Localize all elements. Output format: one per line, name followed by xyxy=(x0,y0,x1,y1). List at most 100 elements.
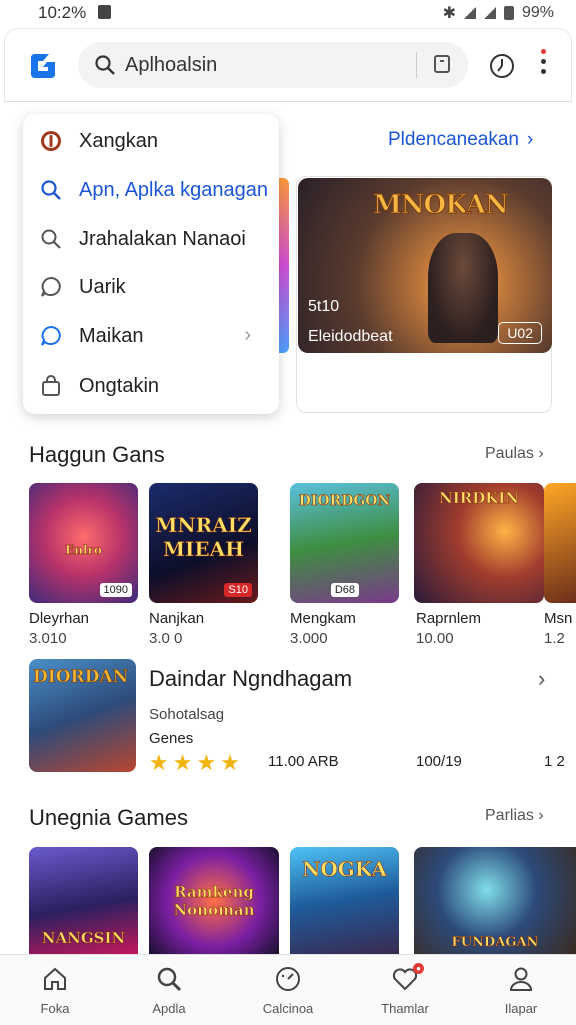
game-tile[interactable]: FUNDAGAN xyxy=(414,847,576,954)
game-size: 3.0 0 xyxy=(149,630,183,647)
game-size: 3.000 xyxy=(290,630,328,647)
featured-link[interactable]: Pldencaneakan › xyxy=(388,129,533,151)
search-divider xyxy=(416,52,417,78)
notification-dot: ● xyxy=(413,963,424,974)
menu-item-apps[interactable]: Apn, Aplka kganagan xyxy=(23,166,279,214)
search-input[interactable]: Aplhoalsin xyxy=(125,54,217,77)
game-tile[interactable]: NANGSIN xyxy=(29,847,138,954)
game-art-text: Ramkeng Nonoman xyxy=(173,883,255,920)
see-more-label: Parlias xyxy=(485,807,534,824)
menu-item-label: Ongtakin xyxy=(79,375,160,397)
game-name: Nanjkan xyxy=(149,610,205,627)
nav-item-calcinoa[interactable]: Calcinoa xyxy=(240,955,336,1025)
menu-item-label: Uarik xyxy=(79,276,126,298)
nav-item-apps[interactable]: Apdla xyxy=(121,955,217,1025)
featured-link-label: Pldencaneakan xyxy=(388,129,519,150)
hero-number: 5t10 xyxy=(308,298,340,315)
battery-icon xyxy=(503,6,514,20)
game-tile[interactable]: DIORDGON D68 xyxy=(290,483,399,603)
menu-item-uarik[interactable]: Uarik xyxy=(23,263,279,311)
nav-label: Apdla xyxy=(152,1001,186,1016)
menu-item-ongtakin[interactable]: Ongtakin xyxy=(23,362,279,410)
hero-image[interactable]: MNOKAN 5t10 Eleidodbeat U02 xyxy=(298,178,552,353)
menu-item-search[interactable]: Jrahalakan Nanaoi xyxy=(23,215,279,263)
more-options-icon[interactable] xyxy=(541,49,547,83)
chat-bubble-icon xyxy=(41,325,61,346)
game-name: Raprnlem xyxy=(416,610,482,627)
see-more-link[interactable]: Parlias › xyxy=(485,807,544,825)
nav-item-profile[interactable]: Ilapar xyxy=(473,955,569,1025)
nav-label: Ilapar xyxy=(504,1001,538,1016)
game-art-text: NOGKA xyxy=(302,857,387,882)
chevron-right-icon: › xyxy=(244,324,251,346)
game-size: 3.010 xyxy=(29,630,67,647)
game-tile[interactable]: NOGKA xyxy=(290,847,399,954)
featured-app-image[interactable]: DIORDAN xyxy=(29,659,136,772)
hero-subtitle: Eleidodbeat xyxy=(308,328,393,345)
hero-title: MNOKAN xyxy=(373,190,510,221)
status-time: 10:2% xyxy=(38,3,87,22)
search-bar[interactable]: Aplhoalsin xyxy=(78,42,468,88)
menu-item-maikan[interactable]: Maikan › xyxy=(23,312,279,360)
nav-label: Calcinoa xyxy=(262,1001,314,1016)
bag-icon[interactable] xyxy=(434,55,450,73)
game-art-text: NANGSIN xyxy=(41,929,126,948)
game-tile[interactable]: MNRAIZ MIEAH S10 xyxy=(149,483,258,603)
status-bar: 10:2% ✱ 99% xyxy=(0,0,576,26)
menu-item-label: Apn, Aplka kganagan xyxy=(79,179,269,201)
game-size: 1.2 xyxy=(544,630,565,647)
search-icon xyxy=(41,180,61,200)
featured-app-title[interactable]: Daindar Ngndhagam xyxy=(149,666,352,692)
app-logo-icon[interactable] xyxy=(27,50,59,82)
game-tile[interactable]: Ramkeng Nonoman xyxy=(149,847,279,954)
game-art-text: DIORDGON xyxy=(298,493,391,510)
nav-item-thamlar[interactable]: ● Thamlar xyxy=(357,955,453,1025)
signal-icon xyxy=(483,7,496,19)
game-tile[interactable] xyxy=(544,483,576,603)
game-badge: S10 xyxy=(224,583,252,597)
game-name: Msn xyxy=(544,610,573,627)
featured-app-category: Genes xyxy=(149,730,194,747)
see-more-link[interactable]: Paulas › xyxy=(485,445,544,463)
game-tile[interactable]: NIRDKIN xyxy=(414,483,544,603)
rating-stars-icon: ★★★★ xyxy=(149,750,244,775)
history-icon[interactable] xyxy=(489,53,515,79)
search-icon xyxy=(95,55,115,75)
top-app-bar: Aplhoalsin xyxy=(4,28,572,102)
battery-level: 99% xyxy=(521,4,554,21)
featured-app-price: 11.00 ARB xyxy=(268,753,339,770)
dropdown-menu: Xangkan Apn, Aplka kganagan Jrahalakan N… xyxy=(23,114,279,414)
featured-app-developer: Sohotalsag xyxy=(149,706,225,723)
sim-icon xyxy=(98,5,111,19)
person-icon xyxy=(509,967,533,991)
hero-character xyxy=(428,233,498,343)
featured-app-extra: 1 2 xyxy=(544,753,565,770)
home-icon xyxy=(44,967,66,990)
see-more-label: Paulas xyxy=(485,445,534,462)
chevron-right-icon[interactable]: › xyxy=(538,666,545,692)
featured-app-count: 100/19 xyxy=(416,753,462,770)
chevron-right-icon: › xyxy=(527,129,534,150)
nav-label: Foka xyxy=(40,1001,70,1016)
bottom-navigation: Foka Apdla Calcinoa ● Thamlar Ilapar xyxy=(0,954,576,1025)
nav-item-home[interactable]: Foka xyxy=(7,955,103,1025)
wifi-icon xyxy=(463,7,476,19)
game-name: Mengkam xyxy=(290,610,356,627)
game-tile[interactable]: Enlro 1090 xyxy=(29,483,138,603)
menu-item-xangkan[interactable]: Xangkan xyxy=(23,117,279,165)
game-art-text: FUNDAGAN xyxy=(451,935,539,951)
gauge-icon xyxy=(276,967,300,991)
game-name: Dleyrhan xyxy=(29,610,90,627)
menu-item-label: Xangkan xyxy=(79,130,158,152)
featured-art-text: DIORDAN xyxy=(33,667,129,688)
game-art-text: NIRDKIN xyxy=(439,489,519,508)
section-title: Haggun Gans xyxy=(29,442,165,467)
bag-icon xyxy=(42,375,60,396)
status-icons: ✱ 99% xyxy=(443,3,554,23)
search-icon xyxy=(157,967,182,992)
game-size: 10.00 xyxy=(416,630,454,647)
game-badge: 1090 xyxy=(99,583,132,597)
circle-badge-icon xyxy=(41,131,61,151)
menu-item-label: Jrahalakan Nanaoi xyxy=(79,228,246,250)
game-art-text: Enlro xyxy=(65,543,102,558)
